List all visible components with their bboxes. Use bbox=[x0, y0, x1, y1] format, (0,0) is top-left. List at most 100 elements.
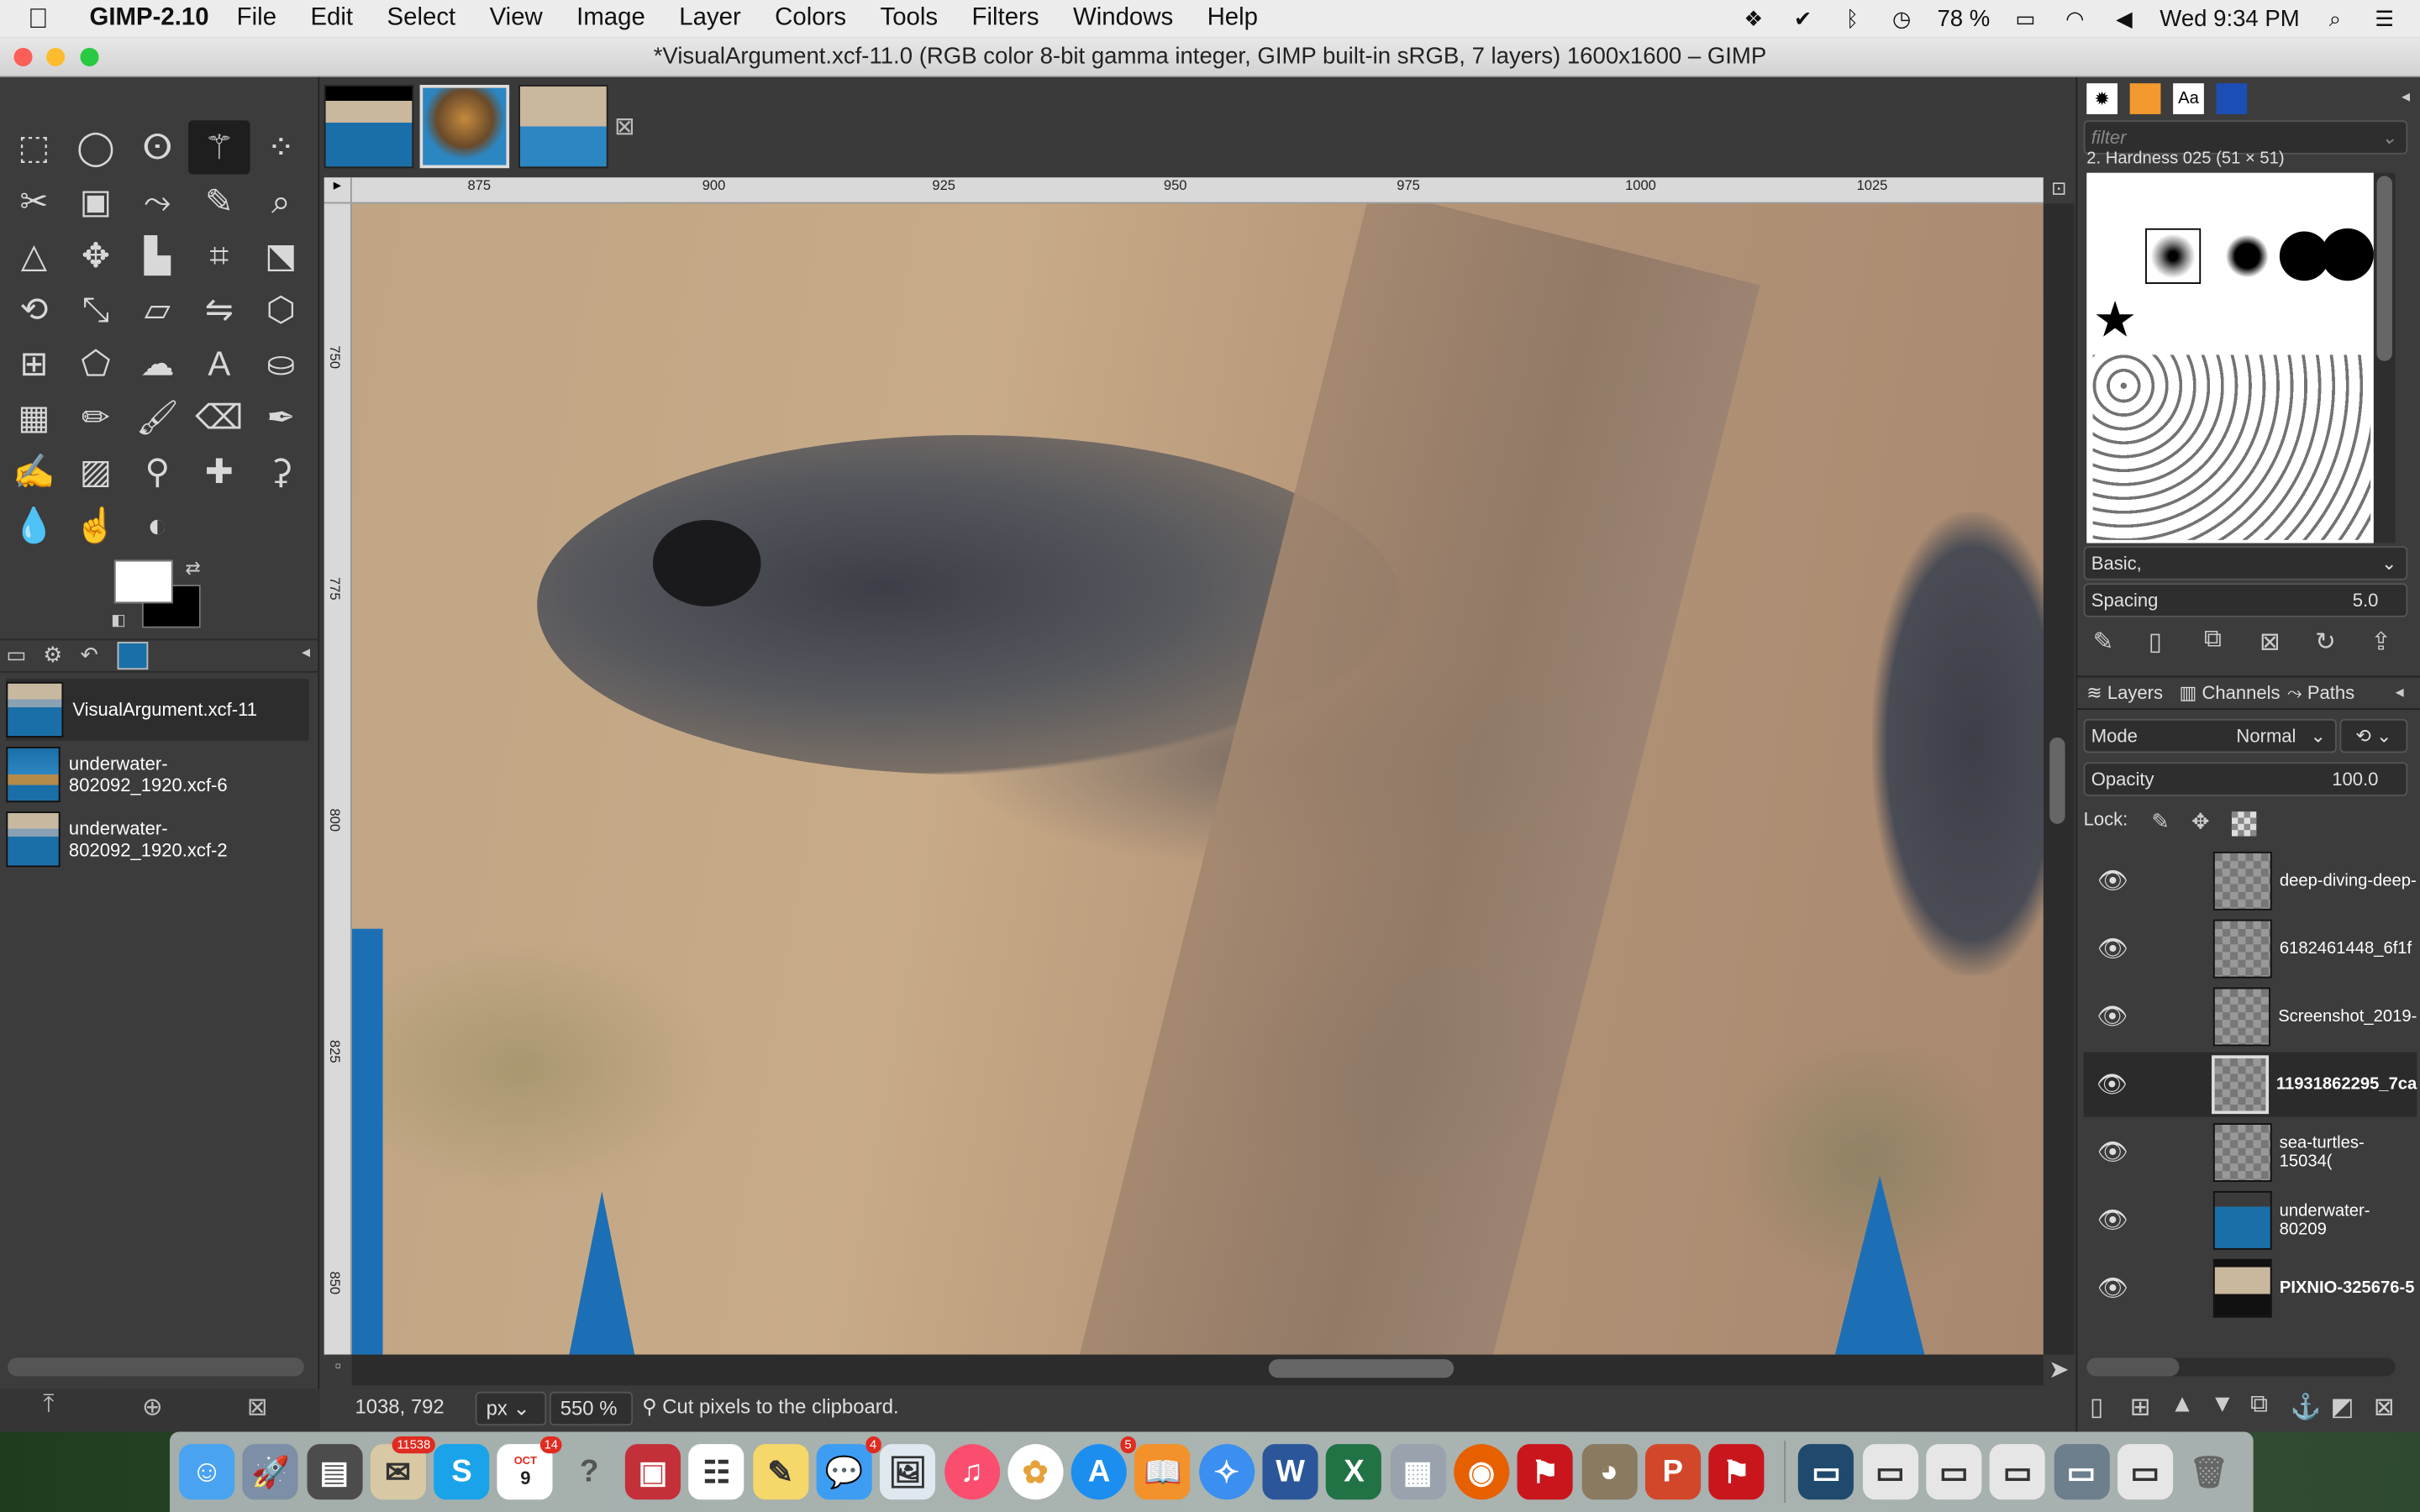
delete-layer-icon[interactable]: ⊠ bbox=[2374, 1392, 2395, 1423]
brush-scrollbar[interactable] bbox=[2373, 172, 2396, 543]
photos-icon[interactable]: ✿ bbox=[1007, 1444, 1064, 1500]
foreground-select-tool-icon[interactable]: ▣ bbox=[65, 175, 126, 228]
volume-icon[interactable]: ◀ bbox=[2111, 6, 2139, 30]
menu-filters[interactable]: Filters bbox=[972, 5, 1039, 33]
image-list-item[interactable]: VisualArgument.xcf-11 bbox=[6, 679, 309, 741]
warp-transform-tool-icon[interactable]: ⊞ bbox=[3, 336, 65, 390]
layer-row[interactable]: 👁 11931862295_7ca bbox=[2083, 1052, 2417, 1117]
brush-preset-selector[interactable]: Basic, ⌄ bbox=[2083, 546, 2408, 580]
brush-star[interactable]: ★ bbox=[2093, 290, 2138, 349]
mail-icon[interactable]: ✉ 11538 bbox=[370, 1436, 435, 1500]
zoom-to-fit-icon[interactable]: ⊡ bbox=[2043, 177, 2075, 204]
word-icon[interactable]: W bbox=[1262, 1444, 1318, 1500]
zoom-window-button[interactable] bbox=[80, 47, 99, 66]
preview-icon[interactable]: 🖼 bbox=[880, 1444, 936, 1500]
fg-bg-colors[interactable]: ⇄ ◧ bbox=[111, 557, 207, 638]
new-display-icon[interactable]: ⊕ bbox=[142, 1392, 163, 1423]
menu-edit[interactable]: Edit bbox=[310, 5, 353, 33]
activity-monitor-icon[interactable]: ▤ bbox=[306, 1444, 362, 1500]
brushes-tab-icon[interactable]: ✹ bbox=[2086, 83, 2118, 114]
ink-tool-icon[interactable]: ✍ bbox=[3, 444, 65, 498]
image-list-item[interactable]: underwater-802092_1920.xcf-6 bbox=[6, 743, 308, 805]
notification-center-icon[interactable]: ☰ bbox=[2370, 6, 2398, 30]
books-icon[interactable]: 📖 bbox=[1134, 1444, 1191, 1500]
new-layer-icon[interactable]: ▯ bbox=[2090, 1392, 2103, 1423]
printer-icon[interactable]: ▦ bbox=[1390, 1444, 1446, 1500]
menu-select[interactable]: Select bbox=[387, 5, 456, 33]
layer-row[interactable]: 👁 Screenshot_2019- bbox=[2084, 984, 2417, 1049]
flip-tool-icon[interactable]: ⇋ bbox=[188, 282, 250, 336]
quick-mask-corner-icon[interactable]: ▸ bbox=[324, 177, 352, 204]
fonts-tab-icon[interactable]: Aa bbox=[2173, 83, 2204, 114]
visibility-eye-icon[interactable]: 👁 bbox=[2086, 1273, 2139, 1304]
mask-layer-icon[interactable]: ◩ bbox=[2330, 1392, 2354, 1423]
visibility-eye-icon[interactable]: 👁 bbox=[2086, 1205, 2139, 1236]
menu-tools[interactable]: Tools bbox=[881, 5, 939, 33]
perspective-clone-tool-icon[interactable]: ⚳ bbox=[250, 444, 312, 498]
visibility-eye-icon[interactable]: 👁 bbox=[2086, 865, 2139, 896]
close-tab-icon[interactable]: ⊠ bbox=[614, 111, 635, 142]
layer-mode-selector[interactable]: Mode Normal ⌄ bbox=[2083, 718, 2337, 753]
vertical-scrollbar[interactable] bbox=[2043, 203, 2075, 1355]
layer-row[interactable]: 👁 sea-turtles-15034( bbox=[2084, 1120, 2417, 1184]
heal-tool-icon[interactable]: ✚ bbox=[188, 444, 250, 498]
undo-history-tab-icon[interactable]: ↶ bbox=[81, 642, 99, 668]
layer-row[interactable]: 👁 6182461448_6f1f bbox=[2084, 916, 2417, 981]
crop-tool-icon[interactable]: ⌗ bbox=[188, 228, 250, 282]
tab-layers[interactable]: ≋ Layers bbox=[2086, 682, 2163, 704]
image-list-item[interactable]: underwater-802092_1920.xcf-2 bbox=[6, 808, 308, 869]
close-window-button[interactable] bbox=[13, 47, 33, 66]
time-machine-icon[interactable]: ◷ bbox=[1888, 6, 1916, 30]
layer-row[interactable]: 👁 deep-diving-deep- bbox=[2084, 848, 2417, 913]
foreground-color-swatch[interactable] bbox=[113, 559, 173, 604]
clone-tool-icon[interactable]: ⚲ bbox=[127, 444, 188, 498]
minimized-window-icon[interactable]: ▭ bbox=[1798, 1444, 1854, 1500]
finder-icon[interactable]: ☺ bbox=[179, 1444, 235, 1500]
paintbrush-tool-icon[interactable]: 🖌 bbox=[127, 391, 188, 444]
patterns-tab-icon[interactable] bbox=[2129, 83, 2161, 114]
mypaint-brush-tool-icon[interactable]: ▨ bbox=[65, 444, 126, 498]
toggle-quick-mask-icon[interactable]: ▫ bbox=[324, 1354, 352, 1386]
fuzzy-select-tool-icon[interactable]: ⚚ bbox=[188, 120, 250, 175]
brush-scroll-thumb[interactable] bbox=[2376, 176, 2392, 361]
menu-view[interactable]: View bbox=[490, 5, 543, 33]
rect-select-tool-icon[interactable]: ⬚ bbox=[3, 120, 65, 174]
perspective-tool-icon[interactable]: ⬡ bbox=[250, 282, 312, 336]
raise-layer-icon[interactable]: ▲ bbox=[2170, 1392, 2194, 1420]
lower-layer-icon[interactable]: ▼ bbox=[2210, 1392, 2234, 1420]
tool-options-tab-icon[interactable]: ▭ bbox=[6, 642, 26, 668]
brush-hardness-050[interactable] bbox=[2225, 234, 2270, 278]
clock[interactable]: Wed 9:34 PM bbox=[2160, 5, 2299, 31]
scale-tool-icon[interactable]: ⤡ bbox=[65, 282, 126, 336]
menu-image[interactable]: Image bbox=[576, 5, 645, 33]
ellipse-select-tool-icon[interactable]: ◯ bbox=[65, 120, 126, 174]
spacing-slider[interactable]: Spacing 5.0 bbox=[2083, 583, 2408, 617]
menu-file[interactable]: File bbox=[237, 5, 276, 33]
cage-transform-tool-icon[interactable]: ⬠ bbox=[65, 336, 126, 390]
lock-alpha-icon[interactable] bbox=[2231, 811, 2257, 837]
zoom-selector[interactable]: 550 % ⌄ bbox=[549, 1391, 634, 1451]
pencil-tool-icon[interactable]: ✏ bbox=[65, 391, 126, 444]
edit-brush-icon[interactable]: ✎ bbox=[2093, 627, 2114, 658]
unit-selector[interactable]: px ⌄ bbox=[475, 1391, 547, 1426]
panel-menu-icon[interactable]: ◂ bbox=[2402, 87, 2410, 107]
launchpad-icon[interactable]: 🚀 bbox=[242, 1444, 299, 1500]
zoom-tool-icon[interactable]: ⌕ bbox=[250, 175, 312, 228]
itunes-icon[interactable]: ♫ bbox=[944, 1444, 1000, 1500]
minimized-window-icon[interactable]: ▭ bbox=[2053, 1444, 2110, 1500]
minimized-window-icon[interactable]: ▭ bbox=[1926, 1444, 1982, 1500]
lock-pixels-icon[interactable]: ✎ bbox=[2151, 808, 2170, 834]
airbrush-tool-icon[interactable]: ✒ bbox=[250, 391, 312, 444]
dropbox-icon[interactable]: ❖ bbox=[1739, 6, 1767, 30]
apple-menu-icon[interactable]:  bbox=[28, 3, 68, 35]
paths-tool-icon[interactable]: ⤳ bbox=[127, 175, 188, 228]
panel-menu-icon[interactable]: ◂ bbox=[2396, 682, 2404, 702]
menu-windows[interactable]: Windows bbox=[1073, 5, 1173, 33]
messages-icon[interactable]: 💬 4 bbox=[816, 1436, 881, 1500]
unified-transform-tool-icon[interactable]: ⬔ bbox=[250, 228, 312, 282]
tab-paths[interactable]: ⤳ Paths bbox=[2287, 682, 2354, 706]
free-select-tool-icon[interactable]: ⵙ bbox=[127, 120, 188, 174]
visibility-eye-icon[interactable]: 👁 bbox=[2086, 1069, 2137, 1100]
visibility-eye-icon[interactable]: 👁 bbox=[2086, 1137, 2139, 1168]
layers-scroll-thumb[interactable] bbox=[2086, 1357, 2180, 1377]
